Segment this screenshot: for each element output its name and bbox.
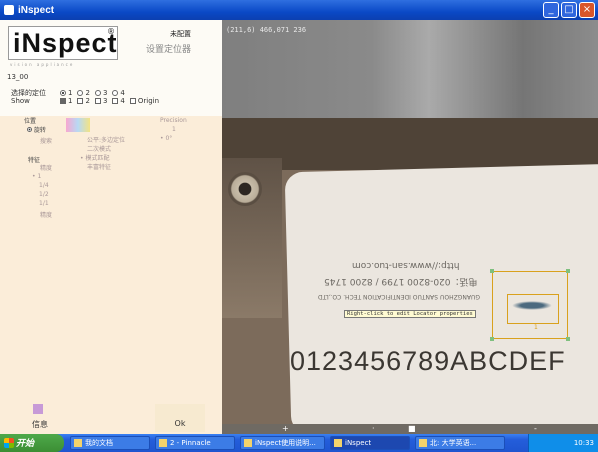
start-button[interactable]: 开始: [0, 434, 64, 452]
hint-text-2: 二次模式: [87, 146, 112, 153]
locator-radio-1[interactable]: 1: [60, 89, 72, 97]
document-icon: [244, 439, 252, 447]
show-checkbox-4[interactable]: 4: [112, 97, 125, 105]
bullet-item-1[interactable]: • 1: [32, 173, 41, 180]
app-icon: [4, 5, 14, 15]
logo-text: iNspect: [13, 28, 118, 58]
task-pinnacle[interactable]: 2 - Pinnacle: [155, 436, 235, 450]
task-inspect[interactable]: iNspect: [330, 436, 410, 450]
show-checkbox-3[interactable]: 3: [94, 97, 107, 105]
task-english[interactable]: 北: 大学英语...: [415, 436, 505, 450]
clock[interactable]: 10:33: [574, 439, 594, 447]
maximize-button[interactable]: □: [561, 2, 577, 18]
show-row: Show 1 2 3 4 Origin: [11, 97, 159, 105]
stop-button[interactable]: ■: [408, 424, 416, 434]
locator-radio-3[interactable]: 3: [94, 89, 107, 97]
logo: iNspect ®: [8, 26, 118, 60]
roi-handle-br[interactable]: [566, 337, 570, 341]
show-checkbox-2[interactable]: 2: [77, 97, 90, 105]
camera-view[interactable]: (211,6) 466,071 236 http://www.san-tuo.c…: [222, 20, 598, 434]
search-label: 搜索: [40, 138, 53, 145]
info-label[interactable]: 信息: [32, 419, 48, 430]
windows-logo-icon: [4, 438, 14, 448]
angle-value: • 0°: [160, 135, 173, 142]
locator-feature: [512, 301, 552, 310]
zoom-out-button[interactable]: -: [534, 424, 537, 434]
rotate-option[interactable]: 旋转: [27, 125, 46, 134]
left-panel: iNspect ® vision appliance 未配置 设置定位器 13_…: [0, 20, 222, 434]
show-label: Show: [11, 97, 30, 105]
origin-checkbox[interactable]: Origin: [129, 97, 159, 105]
bullet-item-4[interactable]: 1/1: [39, 200, 49, 207]
features-label: 特征: [28, 157, 41, 164]
color-swatch: [66, 118, 90, 132]
bullet-item-2[interactable]: 1/4: [39, 182, 49, 189]
coordinate-readout: (211,6) 466,071 236: [226, 26, 307, 34]
window-title: iNspect: [18, 4, 55, 16]
precision-header: Precision: [160, 117, 187, 124]
precision-value: 1: [172, 126, 176, 133]
start-label: 开始: [16, 438, 35, 448]
title-bar: iNspect _ □ ×: [0, 0, 598, 20]
position-label: 位置: [24, 118, 37, 125]
task-my-documents[interactable]: 我的文档: [70, 436, 150, 450]
job-code: 13_00: [7, 73, 29, 81]
setup-locator-button[interactable]: 设置定位器: [146, 42, 191, 55]
locator-radio-2[interactable]: 2: [77, 89, 90, 97]
status-text: 未配置: [170, 30, 191, 38]
folder-icon: [74, 439, 82, 447]
printed-code: 0123456789ABCDEF: [290, 346, 566, 376]
ok-button[interactable]: Ok: [155, 404, 205, 432]
hint-text-4: 丰富特征: [87, 164, 112, 171]
dot-button[interactable]: ·: [372, 424, 375, 434]
app-icon: [159, 439, 167, 447]
camera-toolbar: + · ■ -: [222, 424, 598, 434]
locator-radio-4[interactable]: 4: [112, 89, 125, 97]
upside-company: GUANGZHOU SANTUO IDENTIFICATION TECH. CO…: [318, 293, 480, 300]
tooltip: Right-click to edit Locator properties: [344, 310, 476, 318]
upside-url: http://www.san-tuo.com: [352, 260, 460, 270]
inspect-icon: [334, 439, 342, 447]
mount-bolt: [228, 172, 262, 206]
logo-tagline: vision appliance: [10, 62, 75, 67]
roi-handle-bl[interactable]: [490, 337, 494, 341]
roi-label: 1: [534, 324, 538, 331]
hint-text-1: 公平:多边定位: [87, 137, 126, 144]
window-controls: _ □ ×: [543, 2, 595, 18]
taskbar: 开始 我的文档 2 - Pinnacle iNspect使用说明... iNsp…: [0, 434, 598, 452]
camera-overlay: [222, 20, 598, 118]
check-label: 精度: [40, 165, 53, 172]
bullet-item-3[interactable]: 1/2: [39, 191, 49, 198]
roi-handle-tr[interactable]: [566, 269, 570, 273]
roi-handle-tl[interactable]: [490, 269, 494, 273]
minimize-button[interactable]: _: [543, 2, 559, 18]
language-icon: [419, 439, 427, 447]
zoom-in-button[interactable]: +: [282, 424, 289, 434]
task-manual[interactable]: iNspect使用说明...: [240, 436, 325, 450]
hint-text-3[interactable]: • 模式匹配: [80, 153, 109, 162]
precision-label: 精度: [40, 212, 53, 219]
logo-mark: ®: [107, 27, 115, 36]
upside-phone: 电话：020-8200 1799 / 8200 1745: [324, 276, 478, 286]
system-tray: 10:33: [528, 434, 598, 452]
info-icon[interactable]: [33, 404, 43, 414]
close-button[interactable]: ×: [579, 2, 595, 18]
show-checkbox-1[interactable]: 1: [60, 97, 72, 105]
